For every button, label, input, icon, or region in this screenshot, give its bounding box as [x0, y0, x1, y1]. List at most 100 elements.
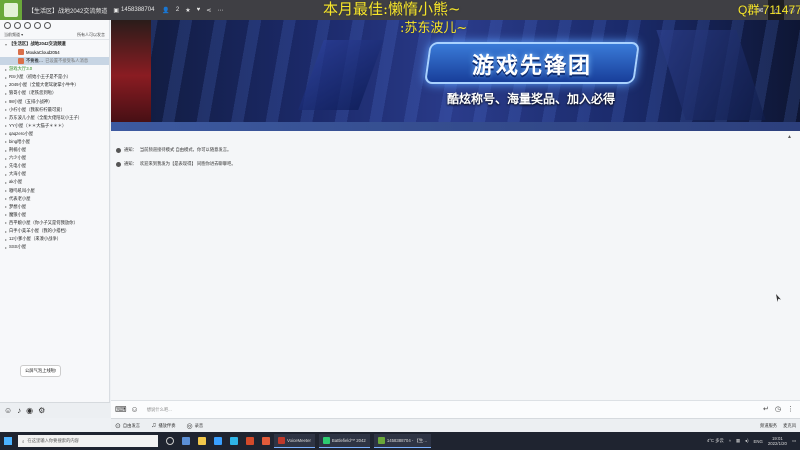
- sidebar-user[interactable]: MoukaCloud2054: [0, 48, 109, 57]
- sidebar-item-channel[interactable]: ▸ bing哈小屋: [0, 138, 109, 146]
- sidebar-item-channel[interactable]: ▸ 白手小美羊小屋（我的小搭档）: [0, 227, 109, 235]
- sidebar-item-channel[interactable]: ▸ 苏东波儿小屋（全能大佬陪玩小王子）: [0, 114, 109, 122]
- expand-icon[interactable]: ▸: [5, 212, 7, 217]
- speaker-icon[interactable]: ◉: [26, 406, 33, 415]
- sidebar-item-channel[interactable]: ▸ ak小屋: [0, 178, 109, 186]
- sidebar-item-channel[interactable]: ▸ YY小屋（＊＊大猫子＊＊＊）: [0, 122, 109, 130]
- list-icon[interactable]: [34, 22, 41, 29]
- expand-icon[interactable]: ▸: [5, 107, 7, 112]
- expand-icon[interactable]: ▸: [5, 172, 7, 177]
- search-icon[interactable]: [44, 22, 51, 29]
- channel-service-button[interactable]: 频道服务: [760, 423, 777, 429]
- expand-icon[interactable]: ▸: [5, 220, 7, 225]
- taskbar-task[interactable]: 1458388704 - 【生…: [373, 434, 432, 448]
- sidebar-item-channel[interactable]: ▸ RS小屋（初始小王子是不是小）: [0, 73, 109, 81]
- user-icon[interactable]: ☺: [4, 406, 12, 415]
- sidebar-item-channel[interactable]: ▸ 大海小屋: [0, 170, 109, 178]
- home-icon[interactable]: [14, 22, 21, 29]
- sidebar-item-channel[interactable]: ▸ 荆楠小屋: [0, 146, 109, 154]
- sidebar-item-channel[interactable]: ▸ 嗷呜吼叫小屋: [0, 187, 109, 195]
- expand-icon[interactable]: ▸: [5, 148, 7, 153]
- more-icon[interactable]: ⋮: [787, 405, 794, 413]
- sidebar-item-channel[interactable]: ▸ qaqzero小屋: [0, 130, 109, 138]
- start-button[interactable]: [0, 432, 16, 450]
- sidebar-item-channel[interactable]: ▸ 六少小屋: [0, 154, 109, 162]
- sidebar-item-channel[interactable]: ▸ 2049小屋（全能大佬驾驶掌小牛牛）: [0, 81, 109, 89]
- taskbar-search[interactable]: ⌕ 在这里输入你要搜索的内容: [18, 435, 158, 447]
- sidebar-item-channel[interactable]: ▸ 西平娘小屋（你小子又是何我放你）: [0, 219, 109, 227]
- taskbar-task[interactable]: Battlefield™ 2042: [318, 434, 370, 448]
- expand-icon[interactable]: ▾: [5, 42, 7, 47]
- taskbar-task[interactable]: VoiceMeeter: [274, 434, 315, 448]
- emoji-face-icon[interactable]: ☺: [131, 405, 139, 414]
- expand-icon[interactable]: ▸: [5, 156, 7, 161]
- sidebar-item-channel[interactable]: ▸ 游戏大厅3.0: [0, 65, 109, 73]
- star-icon[interactable]: ★: [185, 7, 190, 14]
- expand-icon[interactable]: ▸: [5, 139, 7, 144]
- sidebar-item-channel[interactable]: ▸ 狼哥小屋（老铁您到啦）: [0, 89, 109, 97]
- collapse-icon[interactable]: ▲: [787, 134, 792, 140]
- expand-icon[interactable]: ▸: [5, 245, 7, 250]
- cortana-icon[interactable]: [166, 437, 174, 445]
- share-icon[interactable]: ⋖: [206, 7, 211, 14]
- expand-icon[interactable]: ▸: [5, 164, 7, 169]
- expand-icon[interactable]: ▸: [5, 229, 7, 234]
- settings-icon[interactable]: ⚙: [38, 406, 45, 415]
- more-icon[interactable]: ⋯: [217, 7, 223, 14]
- task-view-icon[interactable]: [182, 437, 190, 445]
- expand-icon[interactable]: ▸: [5, 75, 7, 80]
- app-icon[interactable]: [262, 437, 270, 445]
- title-icons: 👤 2 ★ ♥ ⋖ ⋯: [162, 7, 223, 14]
- file-explorer-icon[interactable]: [198, 437, 206, 445]
- heart-icon[interactable]: ♥: [197, 7, 201, 13]
- expand-icon[interactable]: ▸: [5, 188, 7, 193]
- sidebar-item-channel[interactable]: ▸ 梦想小屋: [0, 203, 109, 211]
- sidebar-item-channel[interactable]: ▸ 先电小屋: [0, 162, 109, 170]
- emoji-icon[interactable]: ⌨: [115, 405, 127, 414]
- clock-icon[interactable]: ◷: [775, 405, 781, 413]
- headset-icon[interactable]: [24, 22, 31, 29]
- sidebar-item-channel[interactable]: ▸ 12小爹小屋（来凑小战争）: [0, 235, 109, 243]
- user-icon[interactable]: [4, 22, 11, 29]
- network-icon[interactable]: ▦: [736, 438, 740, 444]
- system-tray: 4°C 多云 ^ ▦ ◂) ENG 19:01 2022/1/20 ▭: [707, 432, 796, 450]
- tray-chevron-icon[interactable]: ^: [729, 439, 731, 444]
- notification-icon[interactable]: ▭: [792, 438, 796, 444]
- sidebar-item-channel[interactable]: ▸ SSS小屋: [0, 243, 109, 251]
- store-icon[interactable]: [214, 437, 222, 445]
- expand-icon[interactable]: ▸: [5, 180, 7, 185]
- office-icon[interactable]: [246, 437, 254, 445]
- microphone-button[interactable]: 麦克风: [783, 423, 796, 429]
- clock[interactable]: 19:01 2022/1/20: [768, 436, 787, 447]
- sidebar-item-channel[interactable]: ▸ 魔狼小屋: [0, 211, 109, 219]
- expand-icon[interactable]: ▸: [5, 204, 7, 209]
- overlay-qq-group: Q群 711477882: [738, 3, 800, 17]
- current-channel-label[interactable]: 当前频道 ▾: [4, 32, 23, 38]
- footer-right: 频道服务 麦克风: [760, 423, 796, 429]
- edge-icon[interactable]: [230, 437, 238, 445]
- weather-text[interactable]: 4°C 多云: [707, 438, 724, 444]
- mic-icon[interactable]: ♪: [17, 406, 21, 415]
- sidebar-item-channel[interactable]: ▸ 98小屋（五排小战神）: [0, 97, 109, 105]
- expand-icon[interactable]: ▸: [5, 123, 7, 128]
- chat-input[interactable]: 想说什么吧...: [147, 407, 172, 413]
- expand-icon[interactable]: ▸: [5, 237, 7, 242]
- expand-icon[interactable]: ▸: [5, 131, 7, 136]
- expand-icon[interactable]: ▸: [5, 99, 7, 104]
- free-speak-button[interactable]: ⊙ 自由发言: [115, 422, 140, 430]
- sidebar-user-selected[interactable]: 不要推… 已设置不接受私人消息: [0, 56, 109, 66]
- send-icon[interactable]: ↵: [763, 405, 769, 413]
- sidebar-item-channel[interactable]: ▸ 小柠小屋（我家柠柠最可爱）: [0, 106, 109, 114]
- expand-icon[interactable]: ▸: [5, 115, 7, 120]
- expand-icon[interactable]: ▸: [5, 196, 7, 201]
- expand-icon[interactable]: ▸: [5, 67, 7, 72]
- play-music-button[interactable]: ♫ 播放伴奏: [151, 422, 175, 429]
- sidebar-item-channel[interactable]: ▸ 代表老小屋: [0, 195, 109, 203]
- sidebar-item-main-channel[interactable]: ▾ 【生活区】战地2042交流频道: [0, 40, 109, 48]
- promo-banner[interactable]: 游戏先锋团 酷炫称号、海量奖品、加入必得: [111, 20, 800, 131]
- language-indicator[interactable]: ENG: [754, 439, 763, 444]
- record-button[interactable]: ◎ 录音: [187, 422, 204, 430]
- expand-icon[interactable]: ▸: [5, 91, 7, 96]
- volume-icon[interactable]: ◂): [745, 438, 749, 444]
- expand-icon[interactable]: ▸: [5, 83, 7, 88]
